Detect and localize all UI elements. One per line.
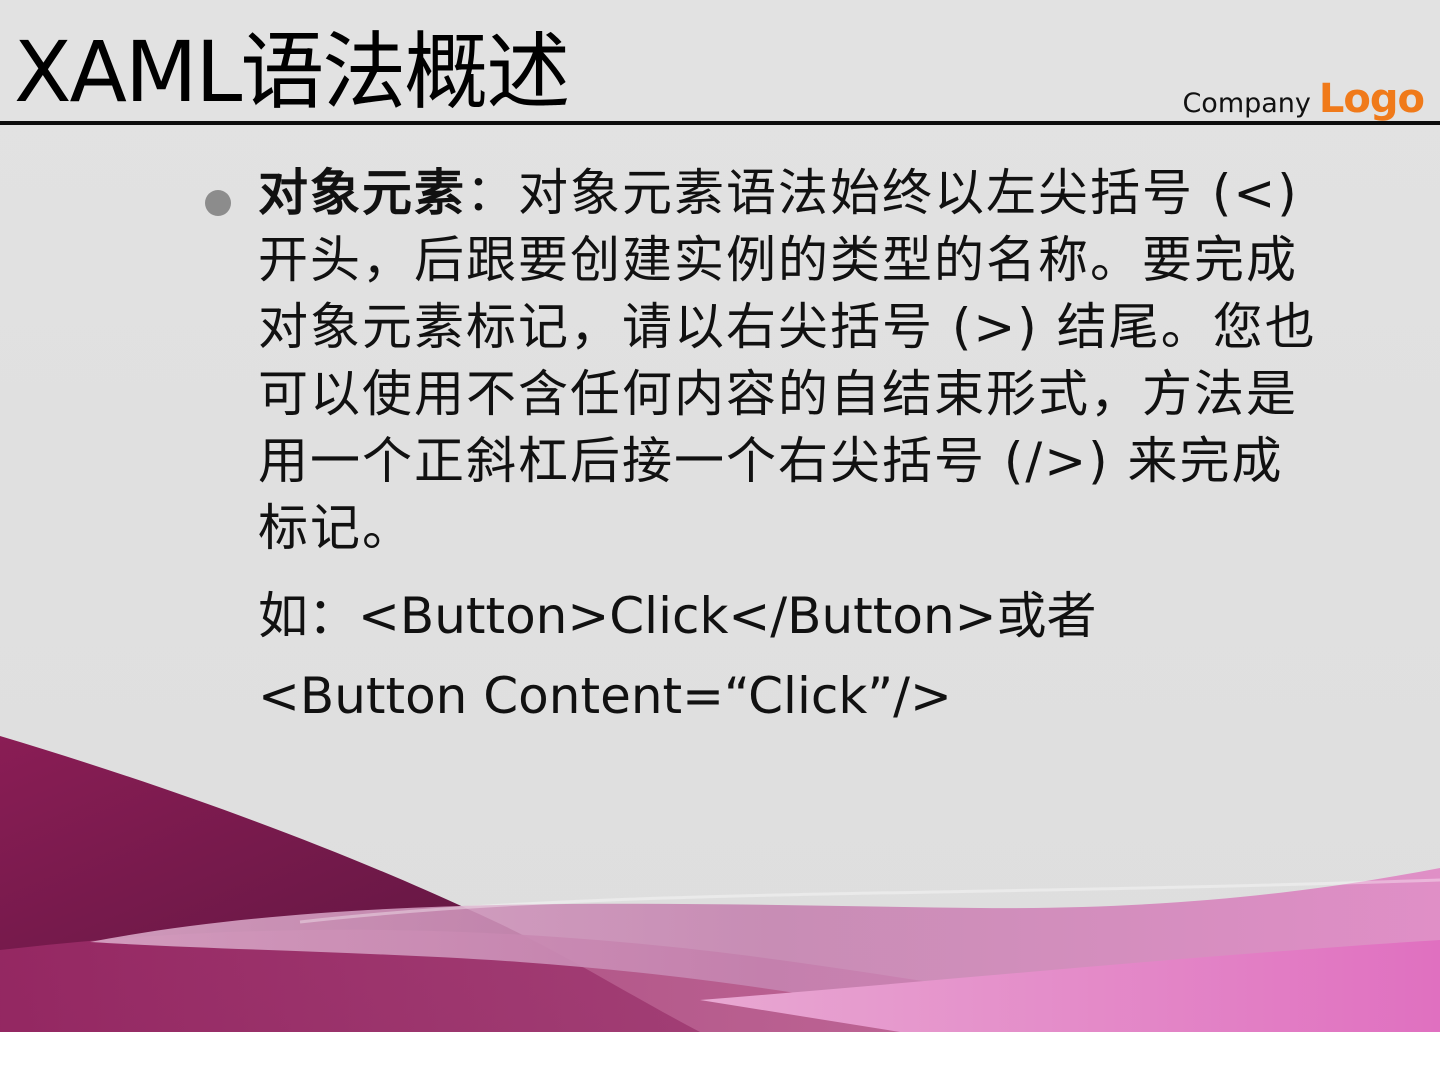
bullet-item: 对象元素：对象元素语法始终以左尖括号 (<) 开头，后跟要创建实例的类型的名称。…: [200, 160, 1330, 562]
company-logo: Company Logo: [1182, 76, 1425, 122]
logo-company-text: Company: [1182, 88, 1311, 119]
decorative-waves: [0, 736, 1440, 1032]
bullet-separator: ：: [466, 164, 518, 222]
bullet-body: 对象元素语法始终以左尖括号 (<) 开头，后跟要创建实例的类型的名称。要完成对象…: [258, 164, 1317, 557]
example-line-1: 如：<Button>Click</Button>或者: [258, 587, 1097, 645]
bullet-paragraph: 对象元素：对象元素语法始终以左尖括号 (<) 开头，后跟要创建实例的类型的名称。…: [258, 160, 1330, 562]
logo-word: Logo: [1318, 76, 1425, 122]
slide-content: 对象元素：对象元素语法始终以左尖括号 (<) 开头，后跟要创建实例的类型的名称。…: [200, 160, 1330, 736]
bullet-term: 对象元素: [258, 164, 466, 222]
bullet-dot-icon: [205, 190, 231, 216]
slide: XAML语法概述 Company Logo 对象元素：对象元素语法始终以左尖括号 …: [0, 0, 1440, 1032]
bottom-margin: [0, 1032, 1440, 1080]
slide-title: XAML语法概述: [14, 23, 570, 121]
title-divider: [0, 121, 1440, 125]
